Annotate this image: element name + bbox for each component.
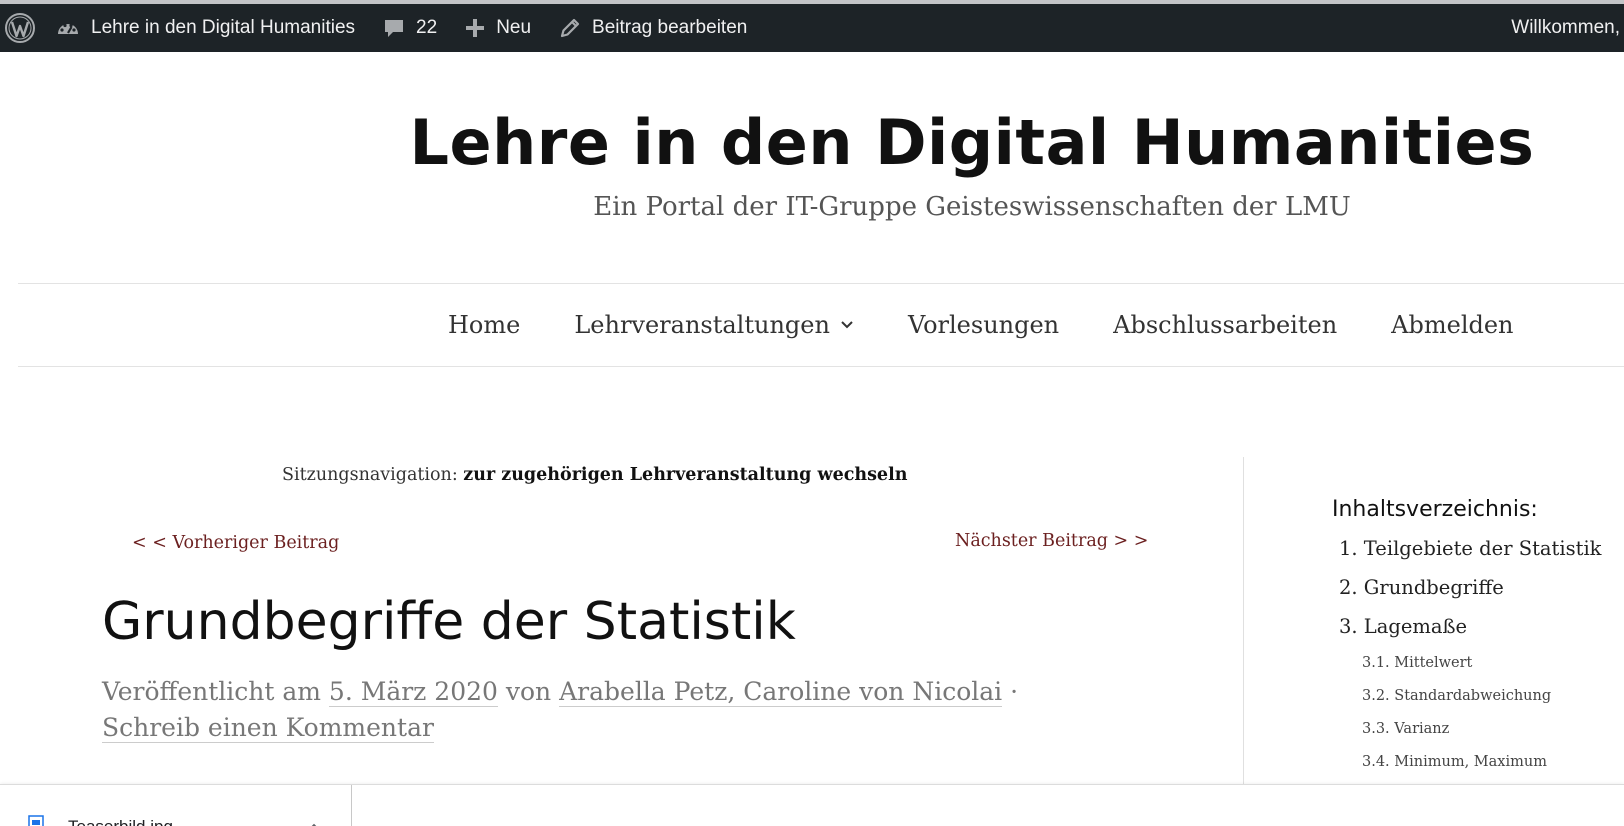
download-item[interactable]: Teaserbild.jpg — [0, 785, 352, 826]
toc-item-grundbegriffe[interactable]: 2. Grundbegriffe — [1339, 574, 1602, 613]
comments-count: 22 — [416, 17, 438, 38]
post-title: Grundbegriffe der Statistik — [102, 592, 796, 652]
session-navigation: Sitzungsnavigation: zur zugehörigen Lehr… — [282, 465, 907, 485]
nav-item-label: Home — [448, 311, 521, 339]
toc-item-mittelwert[interactable]: 3.1. Mittelwert — [1339, 652, 1602, 685]
nav-item-label: Lehrveranstaltungen — [574, 311, 830, 339]
site-name-menu[interactable]: Lehre in den Digital Humanities — [42, 4, 369, 52]
meta-published-label: Veröffentlicht am — [102, 677, 321, 706]
nav-item-label: Abmelden — [1391, 311, 1514, 339]
session-nav-link[interactable]: zur zugehörigen Lehrveranstaltung wechse… — [463, 465, 907, 485]
download-file-name: Teaserbild.jpg — [68, 817, 173, 826]
site-description: Ein Portal der IT-Gruppe Geisteswissensc… — [593, 192, 1351, 222]
chevron-up-icon[interactable] — [308, 817, 320, 826]
chevron-down-icon[interactable] — [840, 320, 854, 330]
toc-item-teilgebiete[interactable]: 1. Teilgebiete der Statistik — [1339, 535, 1602, 574]
toc-item-minimum-maximum[interactable]: 3.4. Minimum, Maximum — [1339, 751, 1602, 784]
toc-item-varianz[interactable]: 3.3. Varianz — [1339, 718, 1602, 751]
speech-bubble-icon — [383, 17, 405, 39]
new-label: Neu — [496, 17, 532, 38]
post-authors-link[interactable]: Arabella Petz, Caroline von Nicolai — [559, 677, 1003, 707]
previous-post-link[interactable]: < < Vorheriger Beitrag — [132, 533, 339, 553]
nav-item-abschlussarbeiten[interactable]: Abschlussarbeiten — [1113, 311, 1337, 339]
nav-item-label: Vorlesungen — [907, 311, 1060, 339]
new-content-menu[interactable]: Neu — [451, 4, 545, 52]
site-name-label: Lehre in den Digital Humanities — [91, 17, 356, 38]
write-comment-link[interactable]: Schreib einen Kommentar — [102, 713, 434, 743]
edit-label: Beitrag bearbeiten — [592, 17, 748, 38]
wordpress-logo-icon — [4, 12, 36, 44]
session-nav-prefix: Sitzungsnavigation: — [282, 465, 458, 485]
account-menu[interactable]: Willkommen, — [1511, 4, 1620, 52]
nav-item-abmelden[interactable]: Abmelden — [1391, 311, 1513, 339]
post-meta: Veröffentlicht am 5. März 2020 von Arabe… — [102, 674, 1102, 746]
dashboard-gauge-icon — [56, 18, 80, 38]
toc-item-standardabweichung[interactable]: 3.2. Standardabweichung — [1339, 685, 1602, 718]
comments-menu[interactable]: 22 — [369, 4, 451, 52]
nav-item-label: Abschlussarbeiten — [1113, 311, 1338, 339]
pencil-icon — [559, 17, 581, 39]
admin-bar: Lehre in den Digital Humanities 22 Neu B… — [0, 0, 1624, 52]
meta-by-label: von — [505, 677, 552, 706]
welcome-text: Willkommen, — [1511, 17, 1620, 38]
site-title[interactable]: Lehre in den Digital Humanities — [0, 106, 1624, 179]
edit-post-link[interactable]: Beitrag bearbeiten — [545, 4, 761, 52]
primary-navigation: Home Lehrveranstaltungen Vorlesungen Abs… — [18, 283, 1624, 367]
nav-item-lehrveranstaltungen[interactable]: Lehrveranstaltungen — [574, 311, 854, 339]
meta-separator: · — [1010, 677, 1019, 706]
image-file-icon — [28, 815, 46, 826]
nav-item-vorlesungen[interactable]: Vorlesungen — [908, 311, 1059, 339]
download-bar: Teaserbild.jpg — [0, 784, 1624, 826]
toc-title: Inhaltsverzeichnis: — [1332, 497, 1538, 522]
table-of-contents: 1. Teilgebiete der Statistik 2. Grundbeg… — [1339, 535, 1602, 784]
toc-item-lagemasse[interactable]: 3. Lagemaße — [1339, 613, 1602, 652]
sidebar-divider — [1243, 457, 1244, 787]
next-post-link[interactable]: Nächster Beitrag > > — [955, 531, 1148, 551]
plus-icon — [465, 18, 485, 38]
wordpress-menu[interactable] — [0, 4, 42, 52]
nav-item-home[interactable]: Home — [448, 311, 520, 339]
post-date-link[interactable]: 5. März 2020 — [328, 677, 498, 707]
